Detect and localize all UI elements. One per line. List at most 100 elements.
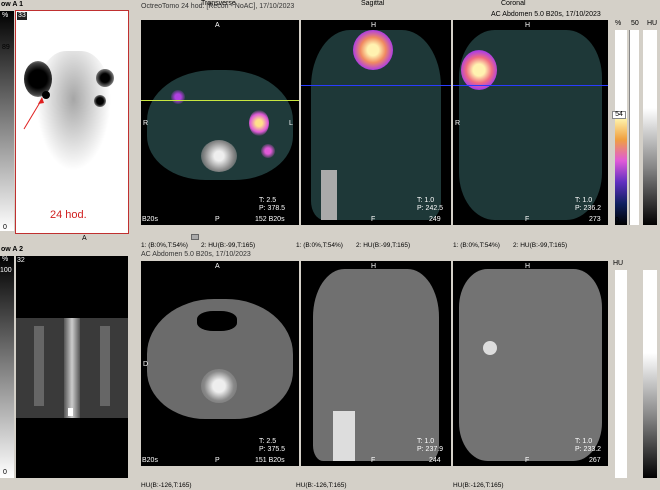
bottom-row-left-title: AC Abdomen 5.0 B20s, 17/10/2023 xyxy=(141,251,251,258)
window-a: HU(B:-126,T:165) xyxy=(141,482,192,489)
footer-right: 152 B20s xyxy=(255,216,285,223)
fused-transverse-viewport[interactable]: A P R L T: 2.5 P: 378.5 B20s 152 B20s xyxy=(141,20,299,225)
bone-strip xyxy=(333,411,355,461)
footer-right: 267 xyxy=(589,457,601,464)
scale-level-value[interactable]: 54 xyxy=(612,111,626,119)
footer-right: 273 xyxy=(589,216,601,223)
ct-coronal-viewport[interactable]: H F T: 1.0 P: 233.2 267 xyxy=(453,261,608,466)
coronal-title: Coronal xyxy=(501,0,526,7)
window-1b: 1: (B:0%,T:54%) xyxy=(296,242,343,249)
fused-coronal-viewport[interactable]: H F R T: 1.0 P: 236.2 273 xyxy=(453,20,608,225)
orientation-top: H xyxy=(525,263,531,270)
rib-right xyxy=(100,326,110,406)
pet-color-scale-panel: % 50 HU 54 0 xyxy=(611,0,660,245)
window-2b: 2: HU(B:-99,T:165) xyxy=(356,242,411,249)
scale-zero: 0 xyxy=(3,224,7,231)
spine xyxy=(64,318,80,418)
pet-hotspot-kidney xyxy=(261,144,275,158)
crosshair-h[interactable] xyxy=(453,85,608,86)
pet-hotspot-left xyxy=(171,90,185,104)
mip-viewport[interactable]: 33 24 hod. xyxy=(15,10,129,234)
orientation-bottom: F xyxy=(371,457,376,464)
body-outline xyxy=(313,269,439,461)
panel-title: ow A 1 xyxy=(1,0,24,9)
transverse-title: Transverse xyxy=(201,0,236,7)
pet-hotspot-spleen xyxy=(461,50,497,90)
rib-left xyxy=(34,326,44,406)
window-b: HU(B:-126,T:165) xyxy=(296,482,347,489)
scale-pct: % xyxy=(2,12,9,19)
ct-scale-panel: HU xyxy=(611,250,660,490)
mip-panel-bottom: ow A 2 % 100 0 32 xyxy=(0,245,138,490)
window-c: HU(B:-126,T:165) xyxy=(453,482,504,489)
position-readout: P: 242.5 xyxy=(417,205,444,212)
pet-hotspot-lesion xyxy=(249,110,269,136)
scale-pct: % xyxy=(615,20,622,27)
scale-zero: 0 xyxy=(3,469,7,476)
bone-strip xyxy=(321,170,337,220)
orientation-left: R xyxy=(143,120,149,127)
footer-left: B20s xyxy=(142,216,158,223)
time-annotation: 24 hod. xyxy=(50,209,87,221)
ct-scale-track[interactable] xyxy=(629,30,639,225)
vertebra xyxy=(201,369,237,403)
bright-spot xyxy=(483,341,497,355)
panel-title: ow A 2 xyxy=(1,245,24,254)
orientation-bottom: F xyxy=(371,216,376,223)
ct-mip-viewport[interactable]: 32 xyxy=(16,256,128,478)
position-readout: P: 378.5 xyxy=(259,205,286,212)
ct-graybar[interactable] xyxy=(643,270,657,478)
footer-right: 244 xyxy=(429,457,441,464)
orientation-left: R xyxy=(455,120,461,127)
scale-hu: HU xyxy=(647,20,658,27)
sagittal-title: Sagittal xyxy=(361,0,385,7)
position-readout: P: 236.2 xyxy=(575,205,602,212)
window-2c: 2: HU(B:-99,T:165) xyxy=(513,242,568,249)
thickness-readout: T: 1.0 xyxy=(575,197,593,204)
pet-colorbar[interactable] xyxy=(615,118,627,225)
scale-hu: HU xyxy=(613,260,624,267)
window-1a: 1: (B:0%,T:54%) xyxy=(141,242,188,249)
bowel-air xyxy=(197,311,237,331)
orientation-bottom: P xyxy=(215,216,220,223)
ct-transverse-viewport[interactable]: A P D T: 2.5 P: 375.5 B20s 151 B20s xyxy=(141,261,299,466)
thickness-readout: T: 1.0 xyxy=(417,197,435,204)
bright-marker xyxy=(68,408,73,416)
crosshair-h[interactable] xyxy=(301,85,451,86)
footer-left: B20s xyxy=(142,457,158,464)
ct-graybar[interactable] xyxy=(643,30,657,225)
top-window-status: 1: (B:0%,T:54%) 2: HU(B:-99,T:165) 1: (B… xyxy=(141,228,611,250)
body-outline xyxy=(459,269,602,461)
scale-side-value: 100 xyxy=(0,267,12,274)
orientation-top: H xyxy=(371,263,377,270)
orientation-left: D xyxy=(143,361,149,368)
crosshair-h[interactable] xyxy=(141,100,299,101)
thickness-readout: T: 1.0 xyxy=(417,438,435,445)
orientation-top: A xyxy=(215,263,220,270)
thickness-readout: T: 2.5 xyxy=(259,197,277,204)
scale-top-value: 50 xyxy=(631,20,639,27)
window-1c: 1: (B:0%,T:54%) xyxy=(453,242,500,249)
mip-panel-top: ow A 1 % 89 0 33 24 hod. A xyxy=(0,0,138,245)
slice-number: 32 xyxy=(17,257,25,264)
position-readout: P: 233.2 xyxy=(575,446,602,453)
fused-sagittal-viewport[interactable]: H F T: 1.0 P: 242.5 249 xyxy=(301,20,451,225)
orientation-bottom: P xyxy=(215,457,220,464)
scale-side-value: 89 xyxy=(2,44,10,51)
orientation-top: A xyxy=(215,22,220,29)
footer-right: 151 B20s xyxy=(255,457,285,464)
position-readout: P: 375.5 xyxy=(259,446,286,453)
orientation-top: H xyxy=(371,22,377,29)
top-row-header: OctreoTomo 24 hod. [Recon - NoAC], 17/10… xyxy=(141,0,611,20)
thickness-readout: T: 1.0 xyxy=(575,438,593,445)
ct-sagittal-viewport[interactable]: H F T: 1.0 P: 237.9 244 xyxy=(301,261,451,466)
window-swatch[interactable] xyxy=(191,234,199,241)
pet-hotspot-liver xyxy=(353,30,393,70)
mip-footer-marker: A xyxy=(82,235,87,242)
scale-track[interactable] xyxy=(615,270,627,478)
scale-zero: 0 xyxy=(615,217,619,224)
gray-scale-bar[interactable] xyxy=(0,256,14,478)
window-swatch xyxy=(189,234,201,241)
bottom-window-status: HU(B:-126,T:165) HU(B:-126,T:165) HU(B:-… xyxy=(141,468,611,490)
orientation-bottom: F xyxy=(525,457,530,464)
